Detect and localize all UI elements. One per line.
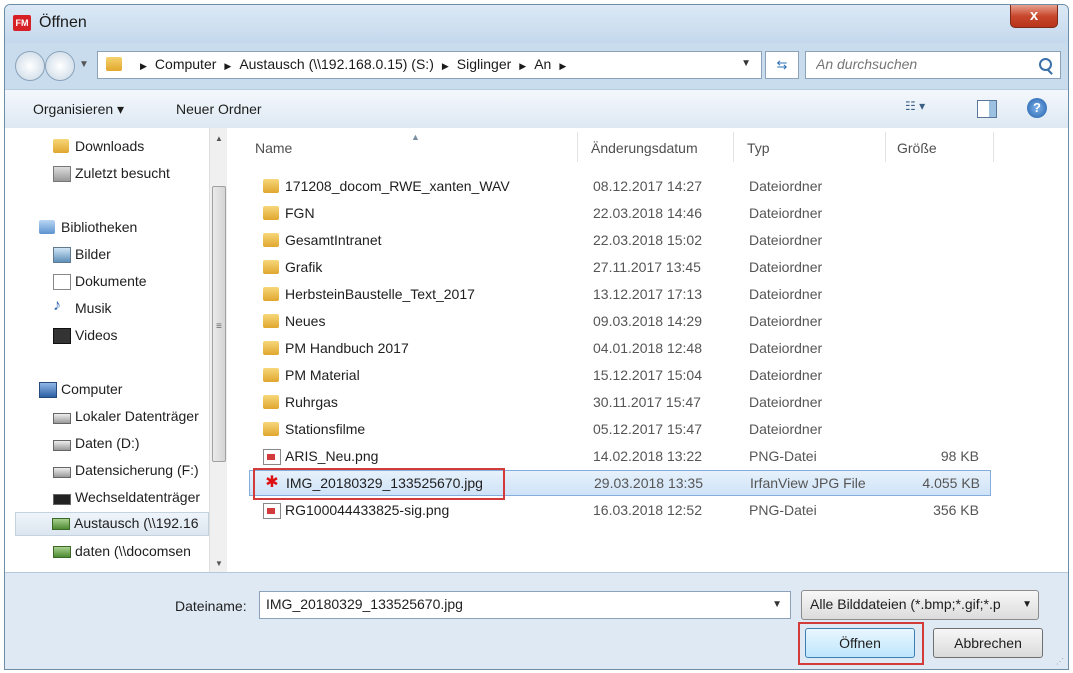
refresh-button[interactable]: ⇆ bbox=[765, 51, 799, 79]
column-header-size[interactable]: Größe bbox=[897, 140, 937, 156]
breadcrumb-computer[interactable]: Computer bbox=[155, 56, 216, 72]
scrollbar-grip-icon: ≡ bbox=[216, 321, 222, 332]
column-header-type[interactable]: Typ bbox=[747, 140, 770, 156]
organize-button[interactable]: Organisieren ▾ bbox=[33, 101, 124, 118]
chevron-right-icon[interactable]: ▶ bbox=[442, 61, 449, 71]
folder-icon bbox=[263, 206, 279, 220]
column-header-date[interactable]: Änderungsdatum bbox=[591, 140, 698, 156]
png-file-icon bbox=[263, 503, 281, 519]
change-view-button[interactable]: ☷ ▾ bbox=[905, 99, 945, 119]
help-icon[interactable]: ? bbox=[1027, 98, 1047, 118]
pictures-icon bbox=[53, 247, 71, 263]
highlight-open-button bbox=[798, 622, 924, 665]
open-file-dialog: FM Öffnen x ▼ ▶ Computer ▶ Austausch (\\192… bbox=[4, 4, 1069, 670]
downloads-icon bbox=[53, 139, 69, 153]
network-drive-icon bbox=[52, 518, 70, 530]
dialog-footer: Dateiname: ▼ Alle Bilddateien (*.bmp;*.g… bbox=[5, 572, 1068, 669]
resize-grip-icon[interactable]: ⋰ bbox=[1056, 657, 1064, 666]
libraries-icon bbox=[39, 220, 55, 234]
column-divider[interactable] bbox=[993, 132, 994, 162]
highlight-selected-file bbox=[253, 468, 505, 500]
chevron-right-icon[interactable]: ▶ bbox=[140, 61, 147, 71]
breadcrumb: ▶ Computer ▶ Austausch (\\192.168.0.15) (S:… bbox=[132, 56, 574, 72]
file-row[interactable]: PM Material 15.12.2017 15:04 Dateiordner bbox=[249, 363, 989, 389]
recent-places-icon bbox=[53, 166, 71, 182]
file-list: ▲ Name Änderungsdatum Typ Größe 171208_d… bbox=[233, 128, 1068, 572]
file-row[interactable]: RG100044433825-sig.png 16.03.2018 12:52 PN… bbox=[249, 498, 989, 524]
scroll-up-icon[interactable]: ▲ bbox=[215, 134, 223, 143]
folder-icon bbox=[263, 314, 279, 328]
address-dropdown-icon[interactable]: ▼ bbox=[741, 58, 751, 69]
music-icon: ♪ bbox=[53, 297, 61, 314]
search-input[interactable] bbox=[816, 56, 1016, 72]
folder-icon bbox=[106, 57, 122, 71]
documents-icon bbox=[53, 274, 71, 290]
file-row[interactable]: ARIS_Neu.png 14.02.2018 13:22 PNG-Datei 98 … bbox=[249, 444, 989, 470]
file-row[interactable]: 171208_docom_RWE_xanten_WAV 08.12.2017 14… bbox=[249, 174, 989, 200]
drive-icon bbox=[53, 467, 71, 478]
sidebar-scrollbar[interactable]: ▲ ≡ ▼ bbox=[209, 128, 227, 572]
local-disk-icon bbox=[53, 413, 71, 424]
drive-icon bbox=[53, 440, 71, 451]
column-divider[interactable] bbox=[733, 132, 734, 162]
column-header-name[interactable]: Name bbox=[255, 140, 292, 156]
breadcrumb-an[interactable]: An bbox=[534, 56, 551, 72]
file-row[interactable]: Ruhrgas 30.11.2017 15:47 Dateiordner bbox=[249, 390, 989, 416]
navigation-bar: ▼ ▶ Computer ▶ Austausch (\\192.168.0.15) (… bbox=[5, 43, 1068, 85]
filename-input[interactable] bbox=[266, 596, 746, 612]
folder-icon bbox=[263, 368, 279, 382]
filename-dropdown-icon[interactable]: ▼ bbox=[772, 599, 782, 610]
cancel-button[interactable]: Abbrechen bbox=[933, 628, 1043, 658]
recent-pages-dropdown-icon[interactable]: ▼ bbox=[79, 59, 89, 70]
folder-icon bbox=[263, 395, 279, 409]
sidebar-item-austausch[interactable]: Austausch (\\192.16 bbox=[15, 512, 209, 536]
sort-indicator-icon: ▲ bbox=[411, 132, 420, 142]
videos-icon bbox=[53, 328, 71, 344]
chevron-right-icon[interactable]: ▶ bbox=[559, 61, 566, 71]
preview-pane-icon[interactable] bbox=[977, 100, 997, 118]
chevron-right-icon[interactable]: ▶ bbox=[519, 61, 526, 71]
navigation-pane: Downloads Zuletzt besucht Bibliotheken B… bbox=[5, 128, 221, 572]
chevron-right-icon[interactable]: ▶ bbox=[224, 61, 231, 71]
search-icon[interactable] bbox=[1039, 58, 1052, 71]
new-folder-button[interactable]: Neuer Ordner bbox=[176, 101, 262, 117]
column-divider[interactable] bbox=[577, 132, 578, 162]
close-button[interactable]: x bbox=[1010, 5, 1058, 28]
file-type-label: Alle Bilddateien (*.bmp;*.gif;*.p bbox=[810, 596, 1001, 612]
file-row[interactable]: Stationsfilme 05.12.2017 15:47 Dateiordner bbox=[249, 417, 989, 443]
content-area: Downloads Zuletzt besucht Bibliotheken B… bbox=[5, 128, 1068, 572]
file-row[interactable]: GesamtIntranet 22.03.2018 15:02 Dateiordne… bbox=[249, 228, 989, 254]
file-row[interactable]: PM Handbuch 2017 04.01.2018 12:48 Dateiord… bbox=[249, 336, 989, 362]
file-type-filter[interactable]: Alle Bilddateien (*.bmp;*.gif;*.p ▼ bbox=[801, 590, 1039, 620]
breadcrumb-siglinger[interactable]: Siglinger bbox=[457, 56, 511, 72]
folder-icon bbox=[263, 260, 279, 274]
folder-icon bbox=[263, 233, 279, 247]
forward-button[interactable] bbox=[45, 51, 75, 81]
chevron-down-icon: ▼ bbox=[1022, 599, 1032, 610]
search-box[interactable] bbox=[805, 51, 1061, 79]
filename-label: Dateiname: bbox=[175, 598, 247, 614]
column-divider[interactable] bbox=[885, 132, 886, 162]
folder-icon bbox=[263, 422, 279, 436]
file-row[interactable]: Grafik 27.11.2017 13:45 Dateiordner bbox=[249, 255, 989, 281]
breadcrumb-austausch[interactable]: Austausch (\\192.168.0.15) (S:) bbox=[239, 56, 434, 72]
folder-icon bbox=[263, 341, 279, 355]
computer-icon bbox=[39, 382, 57, 398]
folder-icon bbox=[263, 287, 279, 301]
app-icon: FM bbox=[13, 15, 31, 31]
file-row[interactable]: FGN 22.03.2018 14:46 Dateiordner bbox=[249, 201, 989, 227]
dialog-title: Öffnen bbox=[39, 14, 87, 31]
command-toolbar: Organisieren ▾ Neuer Ordner ☷ ▾ ? bbox=[5, 89, 1068, 129]
removable-drive-icon bbox=[53, 494, 71, 505]
filename-combobox[interactable]: ▼ bbox=[259, 591, 791, 619]
scroll-down-icon[interactable]: ▼ bbox=[215, 559, 223, 568]
back-button[interactable] bbox=[15, 51, 45, 81]
address-bar[interactable]: ▶ Computer ▶ Austausch (\\192.168.0.15) (S:… bbox=[97, 51, 762, 79]
file-row[interactable]: Neues 09.03.2018 14:29 Dateiordner bbox=[249, 309, 989, 335]
folder-icon bbox=[263, 179, 279, 193]
network-drive-icon bbox=[53, 546, 71, 558]
title-bar[interactable]: FM Öffnen x bbox=[5, 5, 1068, 43]
png-file-icon bbox=[263, 449, 281, 465]
file-row[interactable]: HerbsteinBaustelle_Text_2017 13.12.2017 1… bbox=[249, 282, 989, 308]
